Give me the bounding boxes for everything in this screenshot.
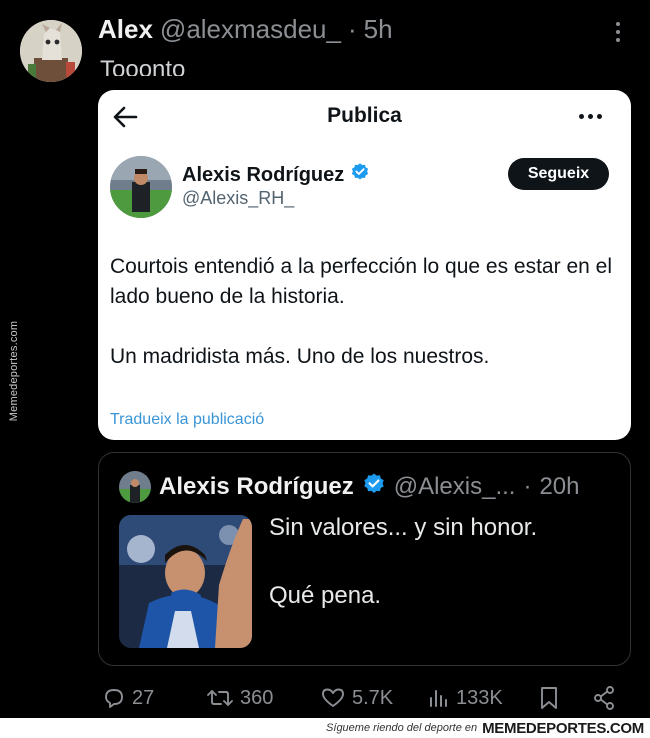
tweet-text: Tooonto bbox=[100, 50, 185, 76]
quoted-author-name[interactable]: Alexis Rodríguez bbox=[159, 473, 354, 501]
footer-tagline: Sígueте riendo del deporte en bbox=[326, 722, 478, 734]
quoted-post-line: Sin valores... y sin honor. bbox=[269, 514, 538, 541]
repost-icon bbox=[206, 686, 234, 710]
quoted-separator: · bbox=[523, 473, 532, 500]
repost-action[interactable]: 360 bbox=[206, 682, 273, 714]
verified-badge-icon bbox=[350, 162, 370, 188]
quoted-author-handle[interactable]: @Alexis_... bbox=[394, 473, 516, 501]
reply-count: 27 bbox=[132, 686, 155, 709]
tweet-separator: · bbox=[347, 14, 357, 44]
quoted-verified-badge-icon bbox=[362, 472, 386, 503]
quoted-post-text: Sin valores... y sin honor. Qué pena. bbox=[269, 511, 609, 613]
tweet-author-name[interactable]: Alex bbox=[98, 14, 153, 45]
views-icon bbox=[428, 686, 450, 710]
bookmark-action[interactable] bbox=[538, 682, 560, 714]
embedded-author-avatar[interactable] bbox=[110, 156, 172, 218]
footer-watermark: Sígueте riendo del deporte en MEMEDEPORT… bbox=[0, 718, 650, 738]
more-options-icon[interactable] bbox=[608, 20, 628, 44]
author-avatar[interactable] bbox=[20, 20, 82, 82]
embedded-post-text: Courtois entendió a la perfección lo que… bbox=[110, 252, 620, 372]
embedded-author-name-row: Alexis Rodríguez bbox=[182, 162, 370, 188]
quoted-post[interactable]: Alexis Rodríguez @Alexis_... · 20h Sin v… bbox=[98, 452, 631, 666]
quoted-post-header: Alexis Rodríguez @Alexis_... · 20h bbox=[119, 471, 580, 503]
card-header-title: Publica bbox=[327, 104, 402, 127]
quoted-post-image[interactable] bbox=[119, 515, 252, 648]
translate-link[interactable]: Tradueix la publicació bbox=[110, 411, 264, 429]
share-action[interactable] bbox=[592, 682, 616, 714]
follow-button[interactable]: Segueix bbox=[508, 158, 609, 190]
quoted-author-avatar[interactable] bbox=[119, 471, 151, 503]
embedded-post-line: Courtois entendió a la perfección lo que… bbox=[110, 255, 612, 308]
reply-action[interactable]: 27 bbox=[102, 682, 154, 714]
quoted-post-line: Qué pena. bbox=[269, 582, 382, 609]
heart-icon bbox=[320, 686, 346, 710]
tweet-time[interactable]: 5h bbox=[364, 14, 393, 45]
footer-brand: MEMEDEPORTES.COM bbox=[482, 719, 644, 737]
side-watermark-text: Memedeportes.com bbox=[8, 320, 20, 422]
tweet-text-partial: Tooonto bbox=[100, 56, 186, 76]
views-count: 133K bbox=[456, 686, 503, 709]
embedded-post-line: Un madridista más. Uno de los nuestros. bbox=[110, 345, 490, 368]
tweet-header: Alex @alexmasdeu_ · 5h bbox=[98, 14, 393, 45]
views-action[interactable]: 133K bbox=[428, 682, 503, 714]
embedded-post-card[interactable]: Publica Alexis Rodríguez @Alexis_RH_ Seg… bbox=[98, 90, 631, 440]
bookmark-icon bbox=[538, 685, 560, 711]
side-watermark: Memedeportes.com bbox=[6, 312, 22, 430]
quoted-time[interactable]: 20h bbox=[539, 473, 579, 501]
share-icon bbox=[592, 685, 616, 711]
embedded-author-name[interactable]: Alexis Rodríguez bbox=[182, 164, 344, 187]
action-bar: 27 360 5.7K 133K bbox=[98, 682, 628, 714]
tweet-author-handle[interactable]: @alexmasdeu_ bbox=[160, 14, 341, 45]
card-more-icon[interactable] bbox=[579, 114, 602, 119]
reply-icon bbox=[102, 686, 126, 710]
like-action[interactable]: 5.7K bbox=[320, 682, 393, 714]
repost-count: 360 bbox=[240, 686, 274, 709]
embedded-author-handle[interactable]: @Alexis_RH_ bbox=[182, 188, 294, 209]
like-count: 5.7K bbox=[352, 686, 394, 709]
